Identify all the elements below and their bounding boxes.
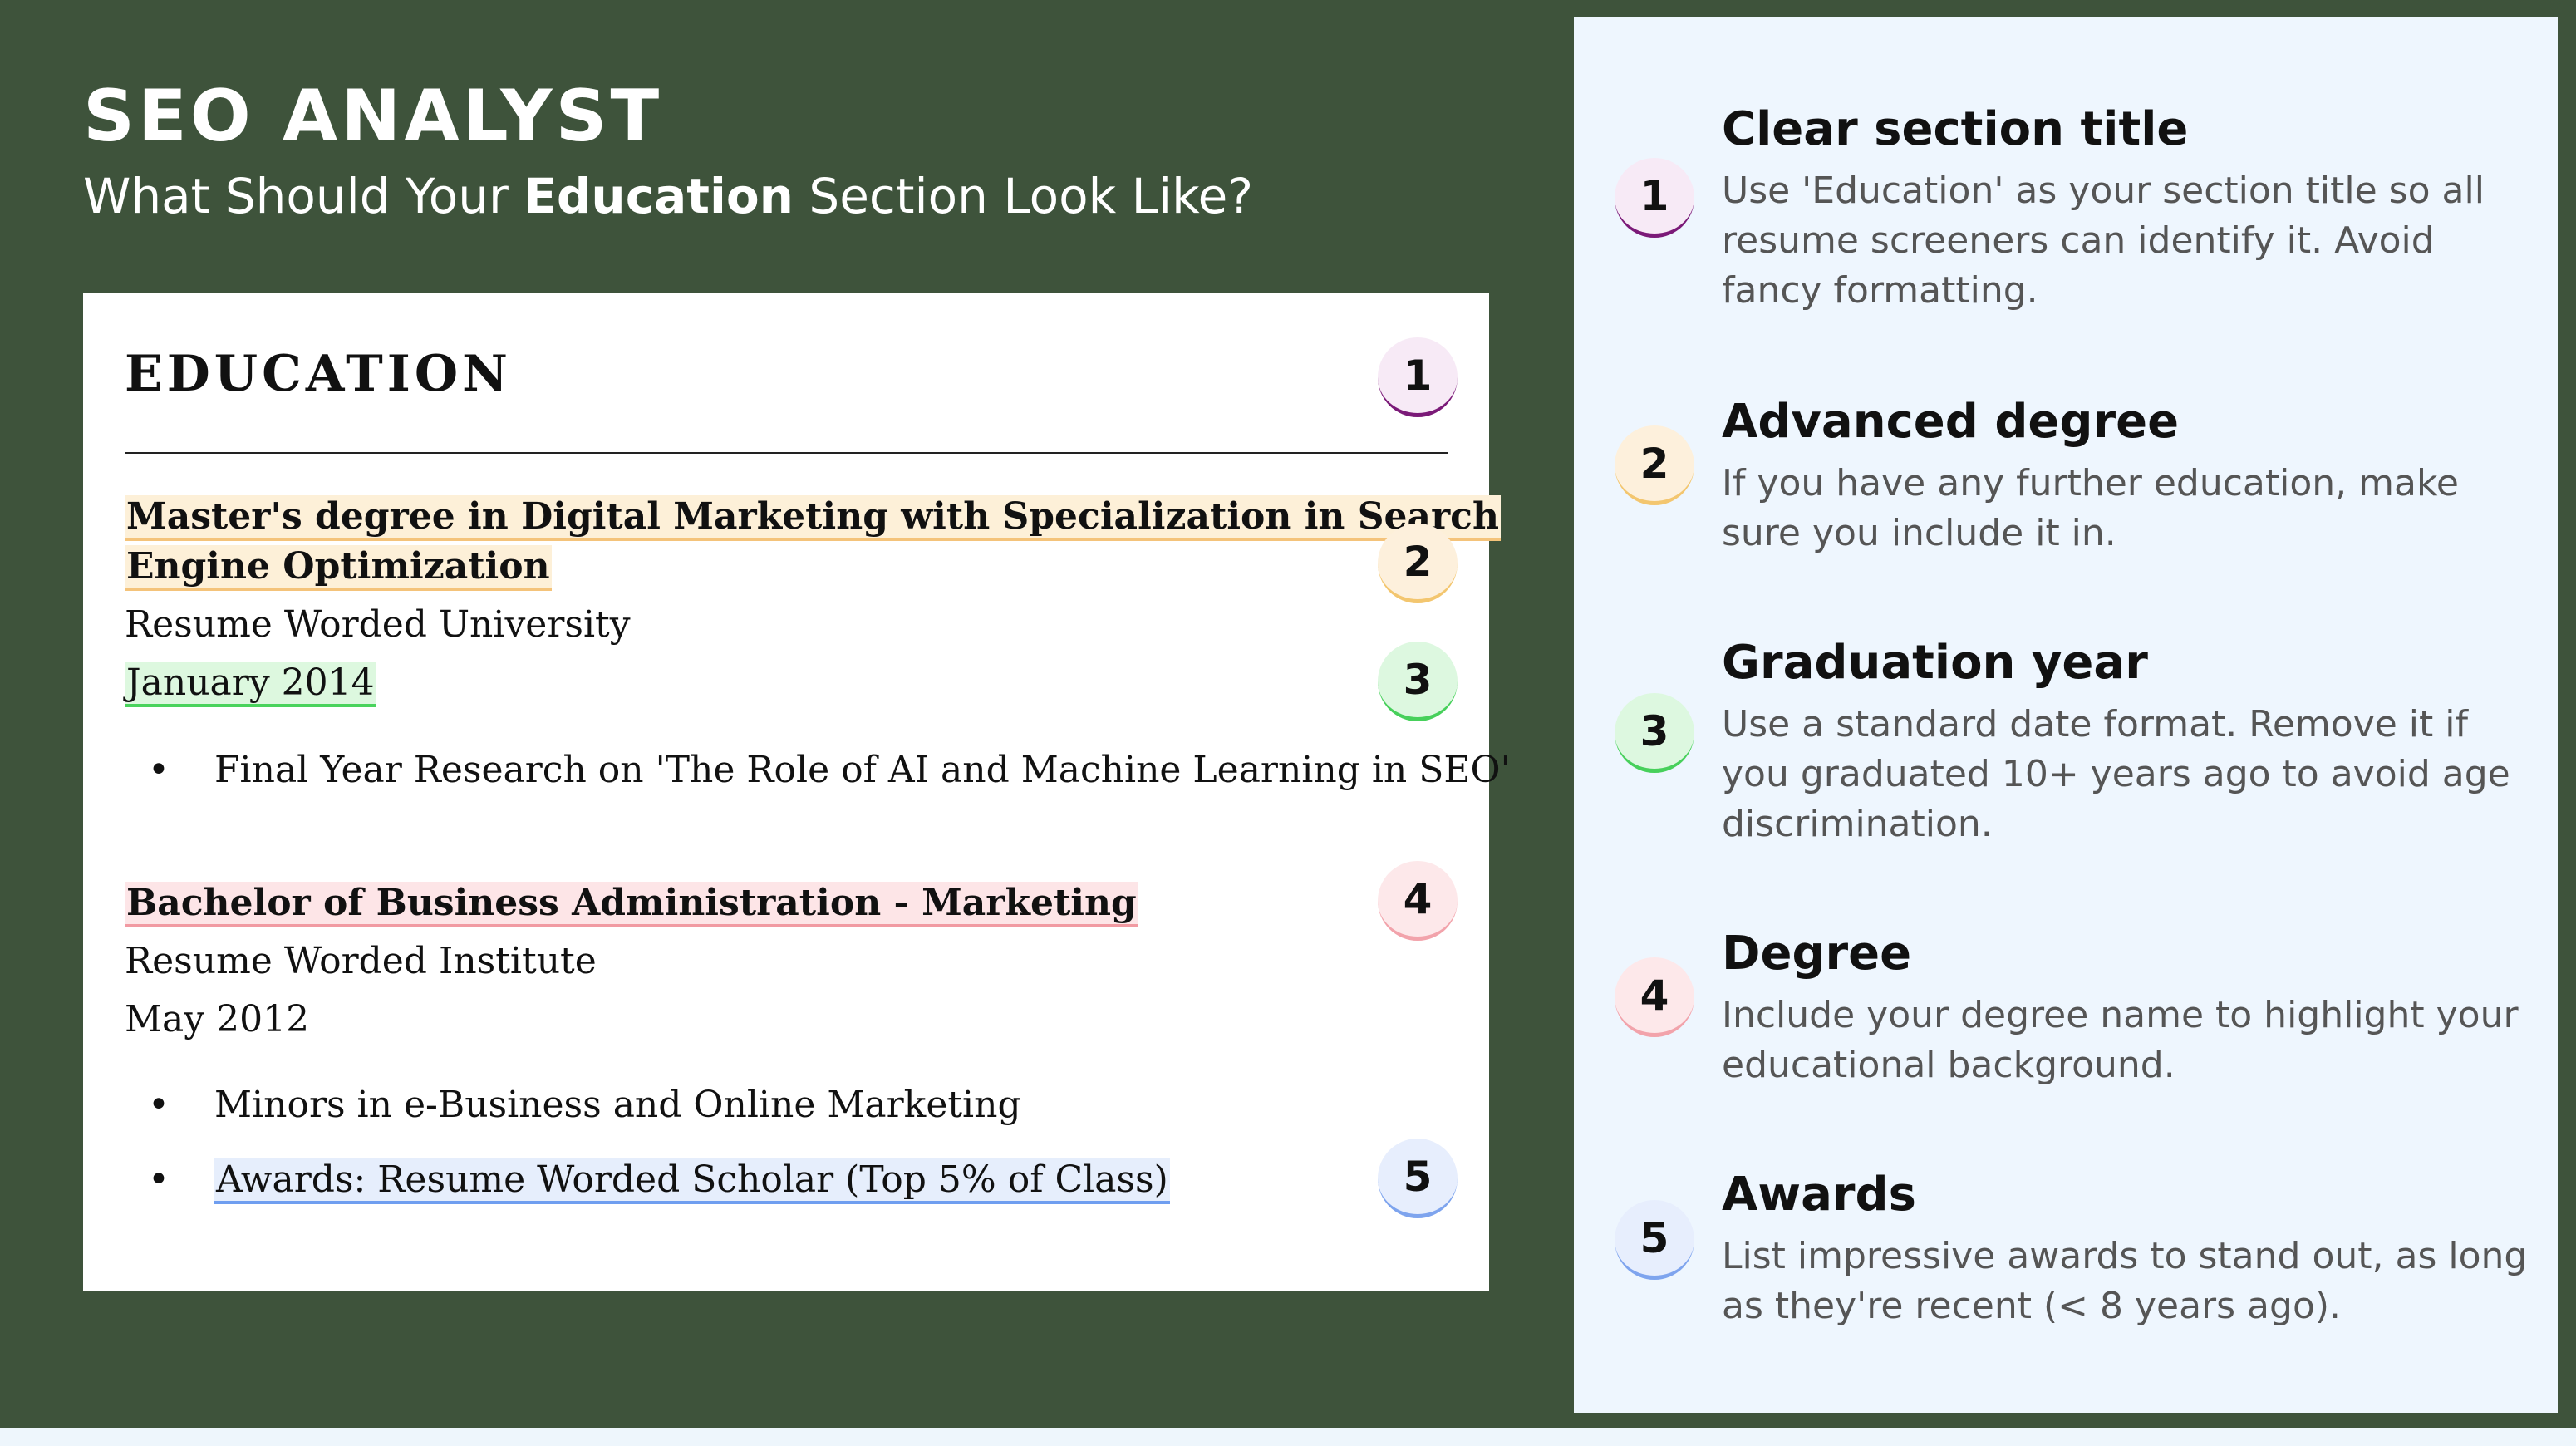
subtitle-bold: Education: [524, 168, 794, 224]
badge-3: 3: [1378, 642, 1458, 721]
bullet-glyph: •: [148, 749, 170, 791]
tip-badge-4: 4: [1615, 957, 1694, 1037]
tip-badge-1: 1: [1615, 158, 1694, 238]
degree-highlight: Master's degree in Digital Marketing wit…: [125, 495, 1501, 541]
tip-badge-2: 2: [1615, 425, 1694, 505]
master-bullet: • Final Year Research on 'The Role of AI …: [148, 745, 1511, 795]
bullet-glyph: •: [148, 1084, 170, 1126]
tip-title-5: Awards: [1722, 1168, 1916, 1222]
badge-4: 4: [1378, 861, 1458, 941]
education-heading: EDUCATION: [125, 345, 512, 403]
date-highlight: January 2014: [125, 662, 376, 707]
master-school: Resume Worded University: [125, 603, 631, 646]
tip-badge-5: 5: [1615, 1200, 1694, 1280]
bachelor-school: Resume Worded Institute: [125, 940, 597, 982]
tip-description-4: Include your degree name to highlight yo…: [1722, 994, 2519, 1086]
tip-description-3: Use a standard date format. Remove it if…: [1722, 703, 2510, 845]
tip-description-5: List impressive awards to stand out, as …: [1722, 1235, 2528, 1327]
frame-right: [2558, 0, 2576, 1428]
resume-education-card: EDUCATION 1 Master's degree in Digital M…: [83, 293, 1511, 1291]
master-degree-line-2: Engine Optimization: [125, 542, 552, 592]
bachelor-bullet-1: • Minors in e-Business and Online Marketi…: [148, 1080, 1021, 1130]
bachelor-bullet-2: • Awards: Resume Worded Scholar (Top 5% o…: [148, 1155, 1170, 1205]
tip-title-2: Advanced degree: [1722, 395, 2180, 449]
heading-divider: [125, 452, 1448, 454]
frame-top: [1574, 0, 2576, 17]
bullet-glyph: •: [148, 1158, 170, 1201]
master-date: January 2014: [125, 658, 376, 708]
degree-highlight: Bachelor of Business Administration - Ma…: [125, 882, 1138, 927]
frame-bottom: [1574, 1413, 2576, 1428]
badge-2: 2: [1378, 524, 1458, 603]
tip-description-2: If you have any further education, make …: [1722, 462, 2459, 554]
degree-highlight: Engine Optimization: [125, 545, 552, 591]
bullet-text: Final Year Research on 'The Role of AI a…: [214, 749, 1511, 791]
tip-badge-3: 3: [1615, 693, 1694, 773]
subtitle-prefix: What Should Your: [83, 168, 524, 224]
tip-title-1: Clear section title: [1722, 102, 2189, 156]
badge-1: 1: [1378, 337, 1458, 417]
tip-title-3: Graduation year: [1722, 636, 2148, 690]
badge-5: 5: [1378, 1139, 1458, 1218]
awards-highlight: Awards: Resume Worded Scholar (Top 5% of…: [214, 1158, 1170, 1204]
page-subtitle: What Should Your Education Section Look …: [83, 163, 1253, 229]
bachelor-date: May 2012: [125, 998, 310, 1040]
subtitle-suffix: Section Look Like?: [793, 168, 1254, 224]
tip-title-4: Degree: [1722, 927, 1912, 981]
page-title: SEO ANALYST: [83, 75, 663, 158]
bachelor-degree: Bachelor of Business Administration - Ma…: [125, 878, 1138, 928]
master-degree-line-1: Master's degree in Digital Marketing wit…: [125, 492, 1501, 542]
tip-description-1: Use 'Education' as your section title so…: [1722, 170, 2485, 312]
bullet-text: Minors in e-Business and Online Marketin…: [214, 1084, 1021, 1126]
